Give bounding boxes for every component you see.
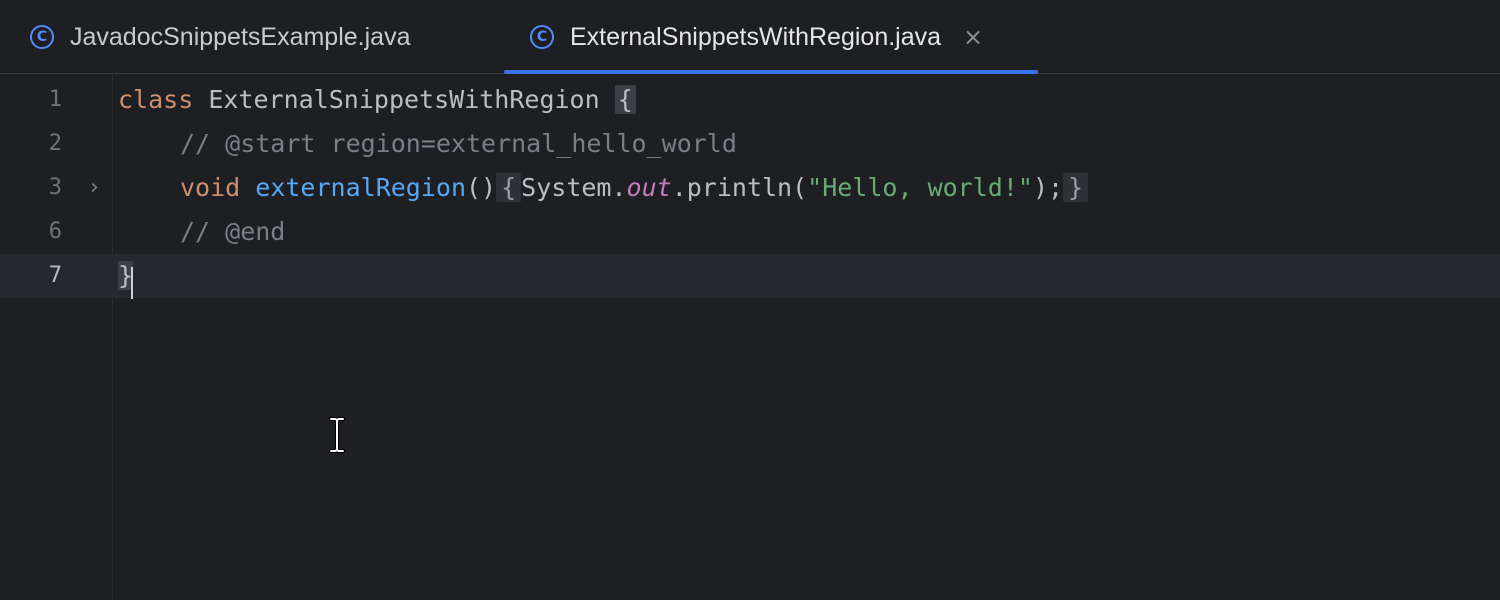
receiver: System. [521,173,627,202]
fold-expand-icon[interactable]: › [90,166,108,210]
tab-label: ExternalSnippetsWithRegion.java [570,22,942,51]
code-text[interactable]: } [118,254,134,299]
line-number: 2 [48,131,62,156]
folded-region-end[interactable]: } [1063,173,1089,202]
comment: // @end [180,217,286,246]
code-line[interactable]: 3 › void externalRegion(){System.out.pri… [0,166,1500,210]
code-text[interactable]: // @start region=external_hello_world [118,122,737,166]
code-text[interactable]: // @end [118,210,285,254]
call-end: ); [1032,173,1064,202]
line-number: 3 [48,175,62,200]
tab-javadoc-snippets-example[interactable]: C JavadocSnippetsExample.java [0,0,500,74]
editor-tab-bar: C JavadocSnippetsExample.java C External… [0,0,1500,74]
code-line[interactable]: 1 class ExternalSnippetsWithRegion { [0,78,1500,122]
code-text[interactable]: class ExternalSnippetsWithRegion { [118,78,636,122]
text-caret [131,267,134,299]
matched-brace: { [614,85,636,114]
java-class-icon: C [30,25,54,49]
tab-external-snippets-with-region[interactable]: C ExternalSnippetsWithRegion.java × [504,0,1038,74]
keyword: void [180,173,241,202]
code-line[interactable]: 2 // @start region=external_hello_world [0,122,1500,166]
method-call: .println( [671,173,808,202]
text-cursor-icon [329,417,345,453]
keyword: class [118,85,194,114]
class-name: ExternalSnippetsWithRegion [208,85,600,114]
static-field: out [626,173,672,202]
folded-region-start[interactable]: { [496,173,522,202]
line-number: 6 [48,219,62,244]
line-number: 1 [48,87,62,112]
matched-brace: } [118,261,134,299]
close-icon[interactable]: × [963,25,983,49]
code-text[interactable]: void externalRegion(){System.out.println… [118,166,1089,210]
comment: // @start region=external_hello_world [180,129,737,158]
editor-window: C JavadocSnippetsExample.java C External… [0,0,1500,600]
code-editor[interactable]: 1 class ExternalSnippetsWithRegion { 2 /… [0,74,1500,600]
java-class-icon: C [530,25,554,49]
string-literal: "Hello, world!" [807,173,1033,202]
method-name: externalRegion [255,173,466,202]
line-number: 7 [48,263,62,288]
code-line[interactable]: 6 // @end [0,210,1500,254]
current-code-line[interactable]: 7 } [0,254,1500,299]
parens: () [466,173,497,202]
tab-label: JavadocSnippetsExample.java [70,22,411,51]
